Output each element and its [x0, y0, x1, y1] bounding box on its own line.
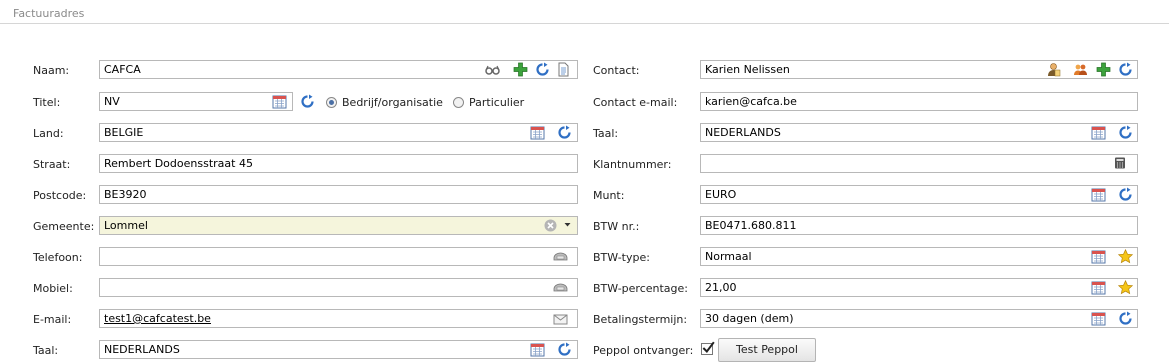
taal-right-input[interactable]: NEDERLANDS: [700, 123, 1138, 142]
gemeente-combobox[interactable]: Lommel: [99, 216, 578, 235]
calendar-icon[interactable]: [1091, 280, 1106, 295]
taal-label: Taal:: [33, 344, 59, 357]
section-divider: [0, 23, 1169, 24]
calculator-icon[interactable]: [1114, 157, 1126, 169]
gemeente-label: Gemeente:: [33, 220, 95, 233]
land-value: BELGIE: [104, 126, 144, 139]
chevron-down-icon[interactable]: [563, 220, 572, 229]
refresh-icon[interactable]: [300, 94, 315, 109]
calendar-icon[interactable]: [1091, 125, 1106, 140]
contact-email-label: Contact e-mail:: [593, 96, 678, 109]
refresh-icon[interactable]: [1118, 125, 1133, 140]
klantnummer-label: Klantnummer:: [593, 158, 672, 171]
phone-icon[interactable]: [553, 280, 568, 295]
radio-company-label[interactable]: Bedrijf/organisatie: [342, 96, 443, 109]
glasses-icon[interactable]: [485, 62, 500, 77]
add-icon[interactable]: [513, 62, 528, 77]
calendar-icon[interactable]: [530, 125, 545, 140]
munt-input[interactable]: EURO: [700, 185, 1138, 204]
calendar-icon[interactable]: [1091, 249, 1106, 264]
betalingstermijn-input[interactable]: 30 dagen (dem): [700, 309, 1138, 328]
telefoon-input[interactable]: [99, 247, 578, 266]
klantnummer-input[interactable]: [700, 154, 1138, 173]
taal-input[interactable]: NEDERLANDS: [99, 340, 578, 359]
taal-right-label: Taal:: [593, 127, 619, 140]
refresh-icon[interactable]: [1118, 311, 1133, 326]
contact-label: Contact:: [593, 64, 640, 77]
telefoon-label: Telefoon:: [33, 251, 83, 264]
btw-nr-value: BE0471.680.811: [705, 219, 797, 232]
gemeente-value: Lommel: [104, 219, 148, 232]
email-label: E-mail:: [33, 313, 72, 326]
star-icon[interactable]: [1118, 249, 1133, 264]
email-input[interactable]: test1@cafcatest.be: [99, 309, 578, 328]
contact-email-value: karien@cafca.be: [705, 95, 797, 108]
postcode-label: Postcode:: [33, 189, 87, 202]
btw-type-input[interactable]: Normaal: [700, 247, 1138, 266]
betalingstermijn-value: 30 dagen (dem): [705, 312, 794, 325]
btw-percentage-value: 21,00: [705, 281, 737, 294]
calendar-icon[interactable]: [530, 342, 545, 357]
titel-value: NV: [104, 95, 120, 108]
land-label: Land:: [33, 127, 64, 140]
naam-label: Naam:: [33, 64, 70, 77]
postcode-input[interactable]: BE3920: [99, 185, 578, 204]
refresh-icon[interactable]: [557, 125, 572, 140]
document-icon[interactable]: [556, 62, 571, 77]
contacts-group-icon[interactable]: [1073, 62, 1088, 77]
btw-nr-label: BTW nr.:: [593, 220, 640, 233]
phone-icon[interactable]: [553, 249, 568, 264]
add-icon[interactable]: [1096, 62, 1111, 77]
checkmark-icon: [702, 341, 715, 354]
calendar-icon[interactable]: [1091, 311, 1106, 326]
peppol-checkbox[interactable]: [701, 341, 715, 355]
test-peppol-button[interactable]: Test Peppol: [718, 338, 816, 362]
taal-value: NEDERLANDS: [104, 343, 180, 356]
naam-value: CAFCA: [104, 63, 141, 76]
refresh-icon[interactable]: [535, 62, 550, 77]
radio-company[interactable]: [326, 97, 337, 108]
naam-input[interactable]: CAFCA: [99, 60, 578, 79]
contact-person-icon[interactable]: [1046, 62, 1061, 77]
land-input[interactable]: BELGIE: [99, 123, 578, 142]
star-icon[interactable]: [1118, 280, 1133, 295]
betalingstermijn-label: Betalingstermijn:: [593, 313, 688, 326]
radio-private[interactable]: [453, 97, 464, 108]
btw-type-value: Normaal: [705, 250, 752, 263]
straat-value: Rembert Dodoensstraat 45: [104, 157, 253, 170]
postcode-value: BE3920: [104, 188, 147, 201]
refresh-icon[interactable]: [557, 342, 572, 357]
straat-input[interactable]: Rembert Dodoensstraat 45: [99, 154, 578, 173]
btw-type-label: BTW-type:: [593, 251, 650, 264]
section-title: Factuuradres: [13, 7, 85, 20]
mobiel-label: Mobiel:: [33, 282, 73, 295]
contact-email-input[interactable]: karien@cafca.be: [700, 92, 1138, 111]
radio-private-label[interactable]: Particulier: [469, 96, 524, 109]
calendar-icon[interactable]: [272, 94, 287, 109]
titel-label: Titel:: [33, 96, 61, 109]
email-value[interactable]: test1@cafcatest.be: [104, 312, 211, 325]
refresh-icon[interactable]: [1118, 187, 1133, 202]
btw-percentage-label: BTW-percentage:: [593, 282, 688, 295]
contact-value: Karien Nelissen: [705, 63, 790, 76]
taal-right-value: NEDERLANDS: [705, 126, 781, 139]
peppol-label: Peppol ontvanger:: [593, 344, 694, 357]
mail-icon[interactable]: [553, 311, 568, 326]
straat-label: Straat:: [33, 158, 71, 171]
mobiel-input[interactable]: [99, 278, 578, 297]
calendar-icon[interactable]: [1091, 187, 1106, 202]
munt-value: EURO: [705, 188, 737, 201]
munt-label: Munt:: [593, 189, 625, 202]
btw-percentage-input[interactable]: 21,00: [700, 278, 1138, 297]
titel-input[interactable]: NV: [99, 92, 293, 111]
btw-nr-input[interactable]: BE0471.680.811: [700, 216, 1138, 235]
refresh-icon[interactable]: [1118, 62, 1133, 77]
clear-icon[interactable]: [544, 219, 557, 232]
